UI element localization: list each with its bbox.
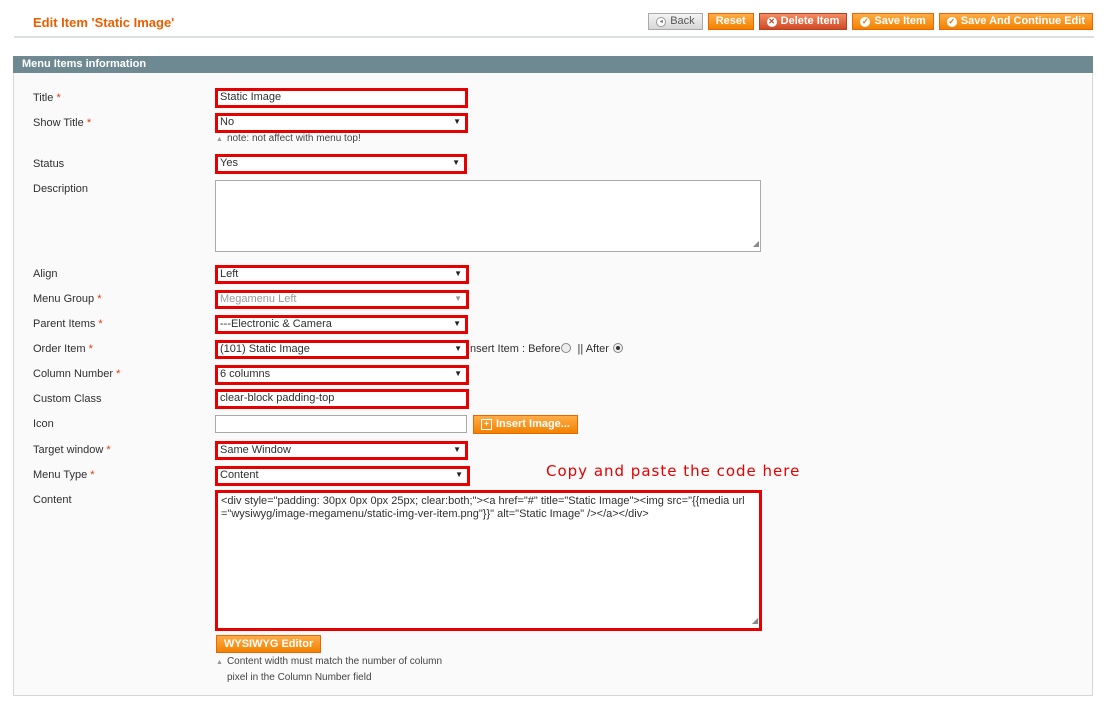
menu-group-value: Megamenu Left: [220, 293, 297, 305]
select-arrow-icon: ▼: [455, 470, 463, 479]
description-label: Description: [33, 183, 89, 195]
icon-input[interactable]: [215, 415, 467, 433]
content-textarea[interactable]: <div style="padding: 30px 0px 0px 25px; …: [215, 490, 762, 631]
insert-before-label: nsert Item : Before: [470, 343, 561, 355]
show-title-value: No: [220, 116, 235, 128]
menu-type-value: Content: [220, 469, 259, 481]
save-continue-button-label: Save And Continue Edit: [960, 15, 1085, 27]
show-title-note: ▲ note: not affect with menu top!: [216, 133, 361, 144]
annotation-copy-paste: Copy and paste the code here: [546, 462, 801, 480]
align-label: Align: [33, 268, 58, 280]
menu-type-label: Menu Type *: [33, 469, 95, 481]
delete-item-button[interactable]: ✕ Delete Item: [758, 13, 848, 30]
content-note-line2: pixel in the Column Number field: [227, 672, 372, 683]
insert-image-button[interactable]: + Insert Image...: [473, 415, 578, 434]
parent-items-select[interactable]: ---Electronic & Camera ▼: [215, 315, 468, 334]
target-window-label: Target window *: [33, 444, 111, 456]
order-item-label: Order Item *: [33, 343, 93, 355]
back-arrow-icon: ◂: [656, 16, 667, 27]
show-title-select[interactable]: No ▼: [215, 113, 468, 133]
resize-grip-icon[interactable]: ◢: [753, 237, 759, 250]
description-textarea[interactable]: ◢: [215, 180, 761, 252]
custom-class-label: Custom Class: [33, 393, 102, 405]
align-select[interactable]: Left ▼: [215, 265, 469, 284]
delete-button-label: Delete Item: [780, 15, 840, 27]
icon-label: Icon: [33, 418, 54, 430]
select-arrow-icon: ▼: [454, 294, 462, 303]
save-continue-check-icon: ✓: [946, 16, 957, 27]
align-value: Left: [220, 268, 239, 280]
status-value: Yes: [220, 157, 238, 169]
delete-x-icon: ✕: [766, 16, 777, 27]
radio-before[interactable]: [561, 343, 572, 353]
resize-grip-icon[interactable]: ◢: [752, 614, 758, 627]
title-label: Title *: [33, 92, 61, 104]
content-code: <div style="padding: 30px 0px 0px 25px; …: [221, 495, 745, 520]
radio-after[interactable]: [613, 343, 624, 353]
wysiwyg-editor-button[interactable]: WYSIWYG Editor: [216, 635, 322, 653]
content-label: Content: [33, 494, 72, 506]
insert-image-label: Insert Image...: [496, 418, 570, 430]
insert-image-icon: +: [481, 419, 492, 430]
page-title: Edit Item 'Static Image': [33, 15, 175, 30]
order-item-select[interactable]: (101) Static Image ▼: [215, 340, 469, 359]
menu-group-select[interactable]: Megamenu Left ▼: [215, 290, 469, 309]
column-number-select[interactable]: 6 columns ▼: [215, 365, 469, 385]
save-check-icon: ✓: [860, 16, 871, 27]
target-window-select[interactable]: Same Window ▼: [215, 441, 468, 460]
back-button-label: Back: [670, 15, 695, 27]
back-button[interactable]: ◂ Back: [648, 13, 703, 30]
save-button-label: Save Item: [874, 15, 926, 27]
save-continue-button[interactable]: ✓ Save And Continue Edit: [938, 13, 1093, 30]
content-note-line1: ▲ Content width must match the number of …: [216, 656, 443, 667]
select-arrow-icon: ▼: [454, 344, 462, 353]
title-input[interactable]: Static Image: [215, 88, 468, 108]
menu-group-label: Menu Group *: [33, 293, 102, 305]
target-window-value: Same Window: [220, 444, 291, 456]
column-number-value: 6 columns: [220, 368, 271, 380]
title-divider: [14, 36, 1094, 38]
select-arrow-icon: ▼: [452, 158, 460, 167]
select-arrow-icon: ▼: [454, 269, 462, 278]
parent-items-label: Parent Items *: [33, 318, 103, 330]
status-select[interactable]: Yes ▼: [215, 154, 467, 174]
order-position-group: nsert Item : Before || After: [470, 343, 626, 355]
show-title-label: Show Title *: [33, 117, 92, 129]
select-arrow-icon: ▼: [454, 369, 462, 378]
custom-class-input[interactable]: clear-block padding-top: [215, 389, 469, 409]
insert-after-label: || After: [577, 343, 609, 355]
menu-type-select[interactable]: Content ▼: [215, 466, 470, 486]
action-buttons: ◂ Back Reset ✕ Delete Item ✓ Save Item ✓…: [648, 13, 1093, 30]
column-number-label: Column Number *: [33, 368, 121, 380]
parent-items-value: ---Electronic & Camera: [220, 318, 332, 330]
reset-button-label: Reset: [715, 15, 746, 27]
select-arrow-icon: ▼: [453, 445, 461, 454]
reset-button[interactable]: Reset: [707, 13, 754, 30]
select-arrow-icon: ▼: [453, 319, 461, 328]
order-item-value: (101) Static Image: [220, 343, 310, 355]
fieldset-legend: Menu Items information: [13, 56, 1093, 73]
select-arrow-icon: ▼: [453, 117, 461, 126]
save-item-button[interactable]: ✓ Save Item: [852, 13, 934, 30]
status-label: Status: [33, 158, 65, 170]
